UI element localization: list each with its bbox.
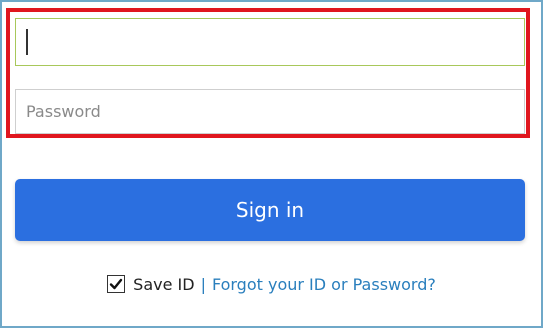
save-id-label[interactable]: Save ID <box>133 275 194 294</box>
save-id-checkbox[interactable] <box>107 275 126 293</box>
divider: | <box>200 274 206 294</box>
password-input[interactable] <box>15 89 525 134</box>
footer-options: Save ID | Forgot your ID or Password? <box>0 270 543 298</box>
checkmark-icon <box>109 278 123 290</box>
sign-in-button[interactable]: Sign in <box>15 179 525 241</box>
text-caret <box>26 29 28 55</box>
id-input[interactable] <box>15 18 525 66</box>
forgot-id-password-link[interactable]: Forgot your ID or Password? <box>212 275 436 294</box>
